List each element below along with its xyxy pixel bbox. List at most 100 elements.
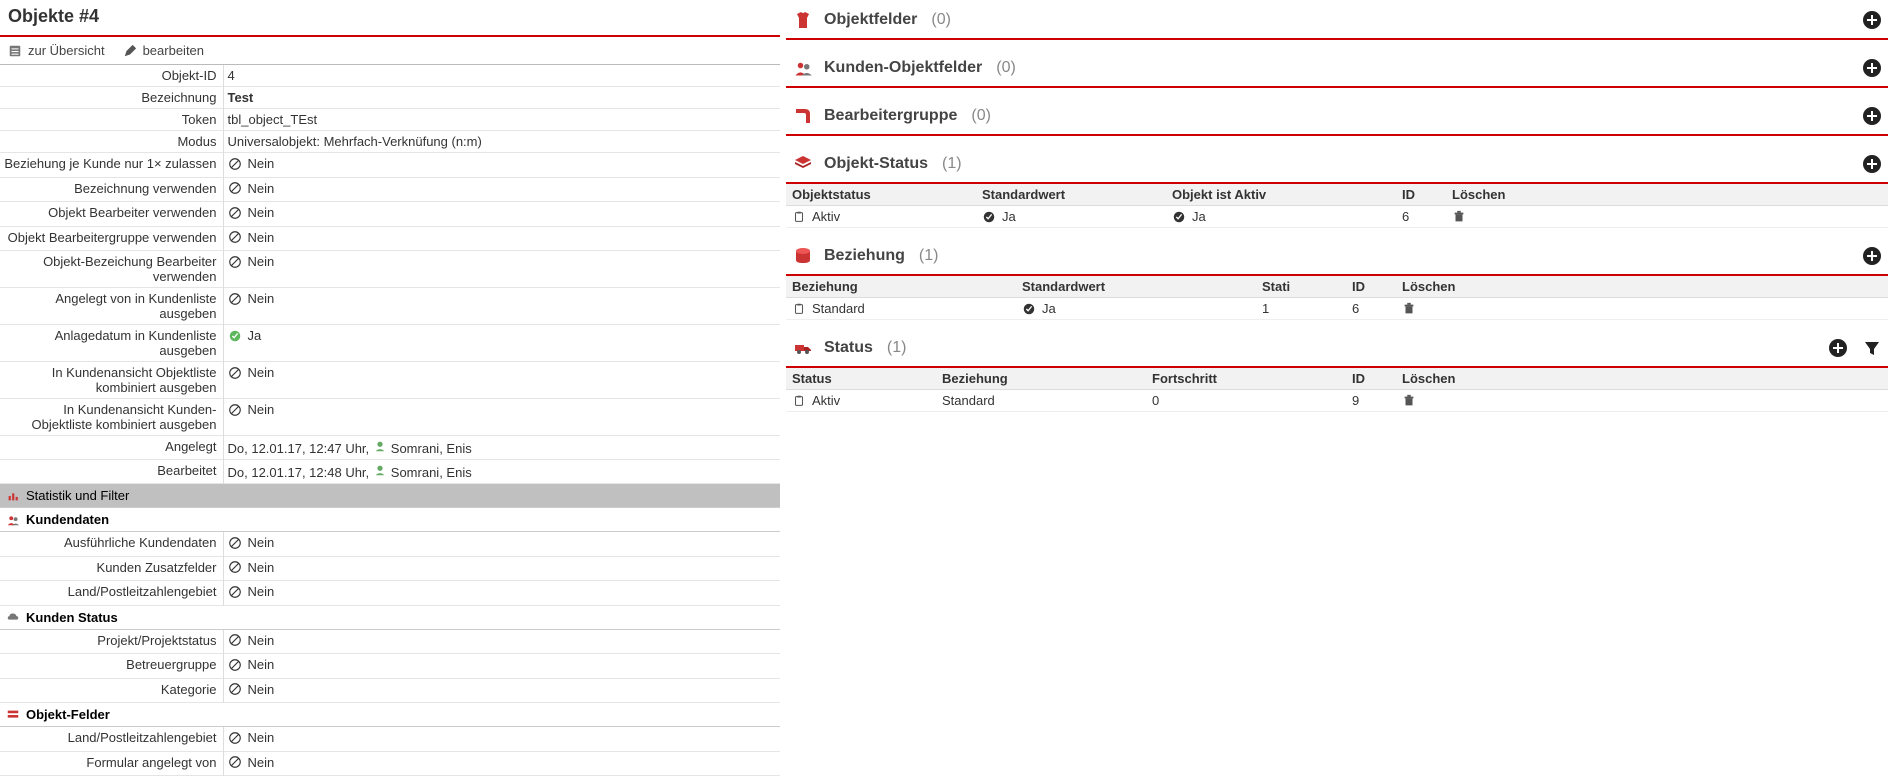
col-header: Standardwert — [1022, 279, 1262, 294]
add-button[interactable] — [1860, 152, 1884, 176]
table-row[interactable]: StandardJa16 — [786, 298, 1888, 320]
detail-value: Nein — [223, 226, 780, 251]
col-header: Beziehung — [942, 371, 1152, 386]
panel-objektfelder: Objektfelder (0) — [786, 0, 1888, 40]
detail-row: In Kundenansicht Kunden-Objektliste komb… — [0, 399, 780, 436]
panel-count: (0) — [971, 107, 991, 125]
filter-button[interactable] — [1860, 336, 1884, 360]
trash-icon[interactable] — [1402, 302, 1416, 316]
overview-button[interactable]: zur Übersicht — [8, 43, 105, 58]
cell: Ja — [1022, 301, 1262, 316]
detail-row: Tokentbl_object_TEst — [0, 109, 780, 131]
no-icon — [228, 255, 242, 269]
section-header-statistik-und-filter[interactable]: Statistik und Filter — [0, 484, 780, 508]
detail-value: Do, 12.01.17, 12:48 Uhr, Somrani, Enis — [223, 460, 780, 484]
detail-row: ModusUniversalobjekt: Mehrfach-Verknüfun… — [0, 131, 780, 153]
detail-label: Projekt/Projektstatus — [0, 630, 223, 654]
section-header-objekt-felder[interactable]: Objekt-Felder — [0, 703, 780, 727]
cell: 0 — [1152, 393, 1352, 408]
truck-icon — [792, 338, 814, 358]
no-icon — [228, 731, 242, 745]
add-button[interactable] — [1860, 8, 1884, 32]
add-button[interactable] — [1860, 244, 1884, 268]
no-icon — [228, 755, 242, 769]
section-table: Projekt/ProjektstatusNeinBetreuergruppeN… — [0, 630, 780, 704]
detail-label: Objekt Bearbeitergruppe verwenden — [0, 226, 223, 251]
panel-title: Beziehung — [824, 247, 905, 265]
detail-row: AngelegtDo, 12.01.17, 12:47 Uhr, Somrani… — [0, 436, 780, 460]
add-icon — [1862, 154, 1882, 174]
add-icon — [1862, 58, 1882, 78]
panel-header-objekt-status[interactable]: Objekt-Status(1) — [786, 144, 1888, 184]
cloud-icon — [6, 610, 20, 624]
no-icon — [228, 682, 242, 696]
section-header-kundendaten[interactable]: Kundendaten — [0, 508, 780, 532]
boomerang-icon — [792, 106, 814, 126]
panel-title: Objektfelder — [824, 11, 917, 29]
cell: Standard — [792, 301, 1022, 316]
trash-icon[interactable] — [1452, 210, 1466, 224]
grid-header: BeziehungStandardwertStatiIDLöschen — [786, 276, 1888, 298]
page-title: Objekte #4 — [0, 0, 780, 35]
table-row[interactable]: AktivJaJa6 — [786, 206, 1888, 228]
detail-value: Nein — [223, 362, 780, 399]
add-icon — [1828, 338, 1848, 358]
add-icon — [1862, 106, 1882, 126]
panel-header-status[interactable]: Status(1) — [786, 328, 1888, 368]
detail-row: Kunden ZusatzfelderNein — [0, 556, 780, 581]
detail-value: Nein — [223, 581, 780, 606]
section-table: Land/PostleitzahlengebietNeinFormular an… — [0, 727, 780, 776]
detail-row: Anlagedatum in Kundenliste ausgebenJa — [0, 325, 780, 362]
details-table: Objekt-ID4BezeichnungTestTokentbl_object… — [0, 65, 780, 484]
detail-row: Bezeichnung verwendenNein — [0, 177, 780, 202]
detail-label: Kategorie — [0, 678, 223, 703]
edit-button[interactable]: bearbeiten — [123, 43, 204, 58]
panel-count: (0) — [996, 59, 1016, 77]
detail-value: Universalobjekt: Mehrfach-Verknüfung (n:… — [223, 131, 780, 153]
detail-value: Do, 12.01.17, 12:47 Uhr, Somrani, Enis — [223, 436, 780, 460]
section-header-kunden-status[interactable]: Kunden Status — [0, 606, 780, 630]
delete-cell[interactable] — [1402, 302, 1482, 316]
toolbar: zur Übersicht bearbeiten — [0, 37, 780, 65]
cell: Aktiv — [792, 393, 942, 408]
detail-label: Kunden Zusatzfelder — [0, 556, 223, 581]
grid-header: ObjektstatusStandardwertObjekt ist Aktiv… — [786, 184, 1888, 206]
cell: Ja — [982, 209, 1172, 224]
panel-count: (0) — [931, 11, 951, 29]
detail-value: Nein — [223, 532, 780, 556]
detail-value: Nein — [223, 202, 780, 227]
page: Objekte #4 zur Übersicht bearbeiten Obje… — [0, 0, 1898, 776]
detail-row: BezeichnungTest — [0, 87, 780, 109]
detail-row: BearbeitetDo, 12.01.17, 12:48 Uhr, Somra… — [0, 460, 780, 484]
panel-header-kunden-objektfelder[interactable]: Kunden-Objektfelder(0) — [786, 48, 1888, 88]
panel-header-objektfelder[interactable]: Objektfelder (0) — [786, 0, 1888, 40]
detail-label: Angelegt von in Kundenliste ausgeben — [0, 288, 223, 325]
col-header: Löschen — [1402, 279, 1482, 294]
delete-cell[interactable] — [1452, 210, 1532, 224]
delete-cell[interactable] — [1402, 394, 1482, 408]
col-header: ID — [1352, 279, 1402, 294]
detail-value: Nein — [223, 751, 780, 776]
trash-icon[interactable] — [1402, 394, 1416, 408]
fields-icon — [6, 708, 20, 722]
panel-header-beziehung[interactable]: Beziehung(1) — [786, 236, 1888, 276]
yes-icon — [228, 329, 242, 343]
detail-value: Ja — [223, 325, 780, 362]
no-icon — [228, 230, 242, 244]
overview-label: zur Übersicht — [28, 43, 105, 58]
col-header: ID — [1352, 371, 1402, 386]
col-header: Beziehung — [792, 279, 1022, 294]
table-row[interactable]: AktivStandard09 — [786, 390, 1888, 412]
detail-value: Test — [223, 87, 780, 109]
detail-row: Objekt-ID4 — [0, 65, 780, 87]
col-header: Löschen — [1402, 371, 1482, 386]
add-button[interactable] — [1826, 336, 1850, 360]
detail-row: Land/PostleitzahlengebietNein — [0, 581, 780, 606]
panel-header-bearbeitergruppe[interactable]: Bearbeitergruppe(0) — [786, 96, 1888, 136]
detail-label: Beziehung je Kunde nur 1× zulassen — [0, 153, 223, 178]
add-button[interactable] — [1860, 104, 1884, 128]
no-icon — [228, 157, 242, 171]
col-header: Objektstatus — [792, 187, 982, 202]
detail-row: Objekt-Bezeichung Bearbeiter verwendenNe… — [0, 251, 780, 288]
add-button[interactable] — [1860, 56, 1884, 80]
